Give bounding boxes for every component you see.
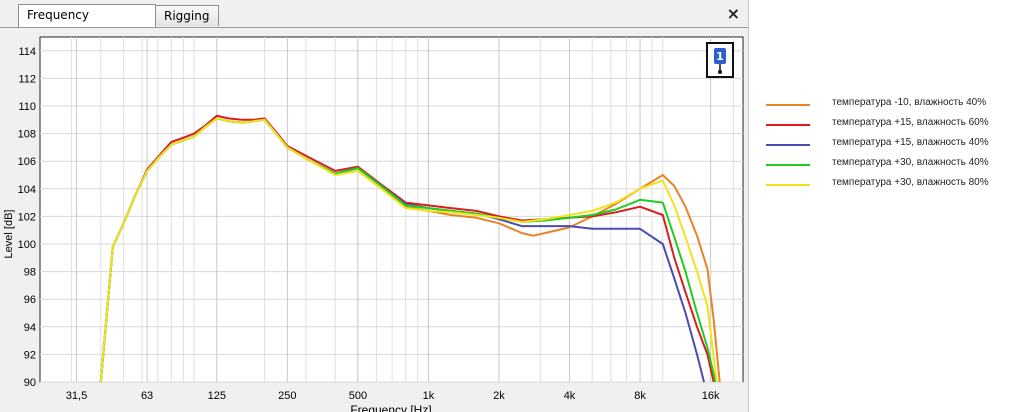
marker-badge[interactable]: 1 bbox=[706, 42, 734, 78]
frequency-response-window: Frequency Response Rigging × 90 92 94 96 98 1… bbox=[0, 0, 749, 412]
y-tick-labels: 90 92 94 96 98 100 102 104 106 108 110 112 114 bbox=[18, 46, 36, 389]
legend-item: температура -10, влажность 40% bbox=[766, 96, 1016, 116]
y-tick-label: 104 bbox=[18, 184, 36, 196]
y-tick-label: 114 bbox=[18, 46, 36, 58]
y-tick-label: 98 bbox=[24, 267, 36, 279]
x-tick-label: 4k bbox=[564, 390, 576, 402]
close-icon[interactable]: × bbox=[727, 4, 740, 23]
legend-swatch bbox=[766, 164, 810, 166]
legend-item: температура +30, влажность 40% bbox=[766, 156, 1016, 176]
legend-swatch bbox=[766, 144, 810, 146]
y-tick-label: 106 bbox=[18, 156, 36, 168]
x-tick-label: 1k bbox=[423, 390, 435, 402]
x-tick-labels: 31,5 63 125 250 500 1k 2k 4k 8k 16k bbox=[66, 390, 720, 402]
legend-swatch bbox=[766, 124, 810, 126]
x-tick-label: 16k bbox=[702, 390, 720, 402]
y-axis-label: Level [dB] bbox=[3, 210, 15, 259]
legend-label: температура -10, влажность 40% bbox=[832, 97, 987, 108]
x-axis-label: Frequency [Hz] bbox=[350, 403, 431, 412]
y-tick-label: 96 bbox=[24, 294, 36, 306]
legend-label: температура +15, влажность 40% bbox=[832, 137, 989, 148]
legend-swatch bbox=[766, 184, 810, 186]
y-tick-label: 110 bbox=[18, 101, 36, 113]
tab-rigging[interactable]: Rigging bbox=[155, 5, 219, 26]
legend-swatch bbox=[766, 104, 810, 106]
y-tick-label: 94 bbox=[24, 322, 36, 334]
legend: температура -10, влажность 40% температур… bbox=[766, 96, 1016, 196]
legend-item: температура +15, влажность 40% bbox=[766, 136, 1016, 156]
x-tick-label: 63 bbox=[141, 390, 153, 402]
y-tick-label: 102 bbox=[18, 211, 36, 223]
x-tick-label: 500 bbox=[349, 390, 367, 402]
x-tick-label: 125 bbox=[208, 390, 226, 402]
legend-item: температура +15, влажность 60% bbox=[766, 116, 1016, 136]
x-tick-label: 2k bbox=[493, 390, 505, 402]
marker-pin-icon: 1 bbox=[714, 48, 726, 74]
legend-item: температура +30, влажность 80% bbox=[766, 176, 1016, 196]
tab-strip: Frequency Response Rigging × bbox=[0, 0, 748, 42]
y-tick-label: 92 bbox=[24, 349, 36, 361]
y-tick-label: 90 bbox=[24, 377, 36, 389]
legend-label: температура +15, влажность 60% bbox=[832, 117, 989, 128]
y-tick-label: 112 bbox=[18, 73, 36, 85]
y-tick-label: 108 bbox=[18, 129, 36, 141]
plot-background bbox=[39, 36, 744, 383]
frequency-response-chart: 90 92 94 96 98 100 102 104 106 108 110 112 114 31,5 6… bbox=[3, 36, 744, 412]
legend-label: температура +30, влажность 40% bbox=[832, 157, 989, 168]
legend-label: температура +30, влажность 80% bbox=[832, 177, 989, 188]
tab-frequency-response[interactable]: Frequency Response bbox=[18, 4, 156, 42]
marker-label: 1 bbox=[716, 50, 724, 63]
x-tick-label: 31,5 bbox=[66, 390, 87, 402]
x-tick-label: 8k bbox=[634, 390, 646, 402]
y-tick-label: 100 bbox=[18, 239, 36, 251]
plot-area: 90 92 94 96 98 100 102 104 106 108 110 112 114 31,5 6… bbox=[0, 28, 748, 412]
x-tick-label: 250 bbox=[278, 390, 296, 402]
